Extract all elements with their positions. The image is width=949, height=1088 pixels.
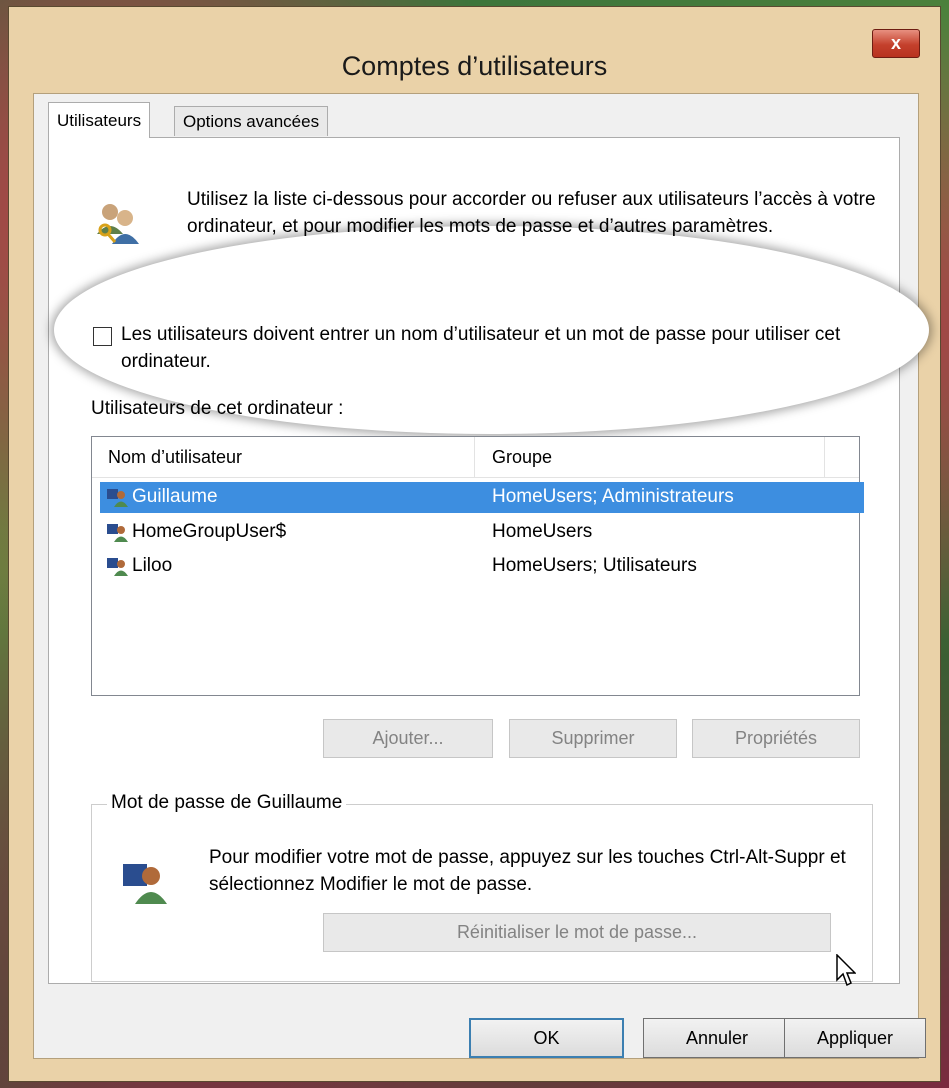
table-row[interactable]: Liloo HomeUsers; Utilisateurs xyxy=(100,551,864,582)
remove-user-button[interactable]: Supprimer xyxy=(509,719,677,758)
users-list-header: Nom d’utilisateur Groupe xyxy=(92,437,859,478)
require-login-label[interactable]: Les utilisateurs doivent entrer un nom d… xyxy=(121,321,891,375)
column-divider[interactable] xyxy=(474,437,475,477)
intro-text: Utilisez la liste ci-dessous pour accord… xyxy=(187,189,876,237)
tab-advanced-options[interactable]: Options avancées xyxy=(174,106,329,136)
username-cell: HomeGroupUser$ xyxy=(132,521,287,542)
password-instructions: Pour modifier votre mot de passe, appuye… xyxy=(209,847,846,895)
tab-users[interactable]: Utilisateurs xyxy=(48,102,151,138)
password-group-title: Mot de passe de Guillaume xyxy=(107,792,347,814)
reset-password-button[interactable]: Réinitialiser le mot de passe... xyxy=(323,913,831,952)
user-accounts-window: Comptes d’utilisateurs x Utilisateurs Op… xyxy=(8,6,941,1082)
table-row[interactable]: Guillaume HomeUsers; Administrateurs xyxy=(100,482,864,513)
title-bar[interactable]: Comptes d’utilisateurs x xyxy=(9,7,940,93)
users-tab-panel: Utilisez la liste ci-dessous pour accord… xyxy=(48,137,929,984)
column-header-group[interactable]: Groupe xyxy=(492,447,552,468)
group-cell: HomeUsers xyxy=(492,521,593,542)
users-icon xyxy=(97,204,139,244)
close-icon: x xyxy=(890,33,901,53)
password-user-icon xyxy=(123,864,167,904)
cancel-button[interactable]: Annuler xyxy=(643,1018,791,1058)
group-cell: HomeUsers; Administrateurs xyxy=(492,486,734,507)
group-cell: HomeUsers; Utilisateurs xyxy=(492,555,697,576)
apply-button[interactable]: Appliquer xyxy=(784,1018,926,1058)
users-list[interactable]: Nom d’utilisateur Groupe Guillaume HomeU… xyxy=(91,436,864,696)
properties-button[interactable]: Propriétés xyxy=(692,719,860,758)
user-icon xyxy=(107,489,128,507)
add-user-button[interactable]: Ajouter... xyxy=(323,719,493,758)
user-icon xyxy=(107,524,128,542)
close-button[interactable]: x xyxy=(872,29,920,58)
users-section-label: Utilisateurs de cet ordinateur : xyxy=(91,398,344,419)
dialog-client-area: Utilisateurs Options avancées Utilisez l… xyxy=(33,93,929,1059)
user-icon xyxy=(107,558,128,576)
column-header-username[interactable]: Nom d’utilisateur xyxy=(108,447,242,468)
username-cell: Liloo xyxy=(132,555,173,576)
column-divider[interactable] xyxy=(824,437,825,477)
require-login-checkbox[interactable] xyxy=(93,327,112,346)
ok-button[interactable]: OK xyxy=(469,1018,624,1058)
table-row[interactable]: HomeGroupUser$ HomeUsers xyxy=(100,517,864,548)
mouse-cursor-icon xyxy=(836,954,856,987)
window-title: Comptes d’utilisateurs xyxy=(341,51,608,81)
username-cell: Guillaume xyxy=(132,486,218,507)
